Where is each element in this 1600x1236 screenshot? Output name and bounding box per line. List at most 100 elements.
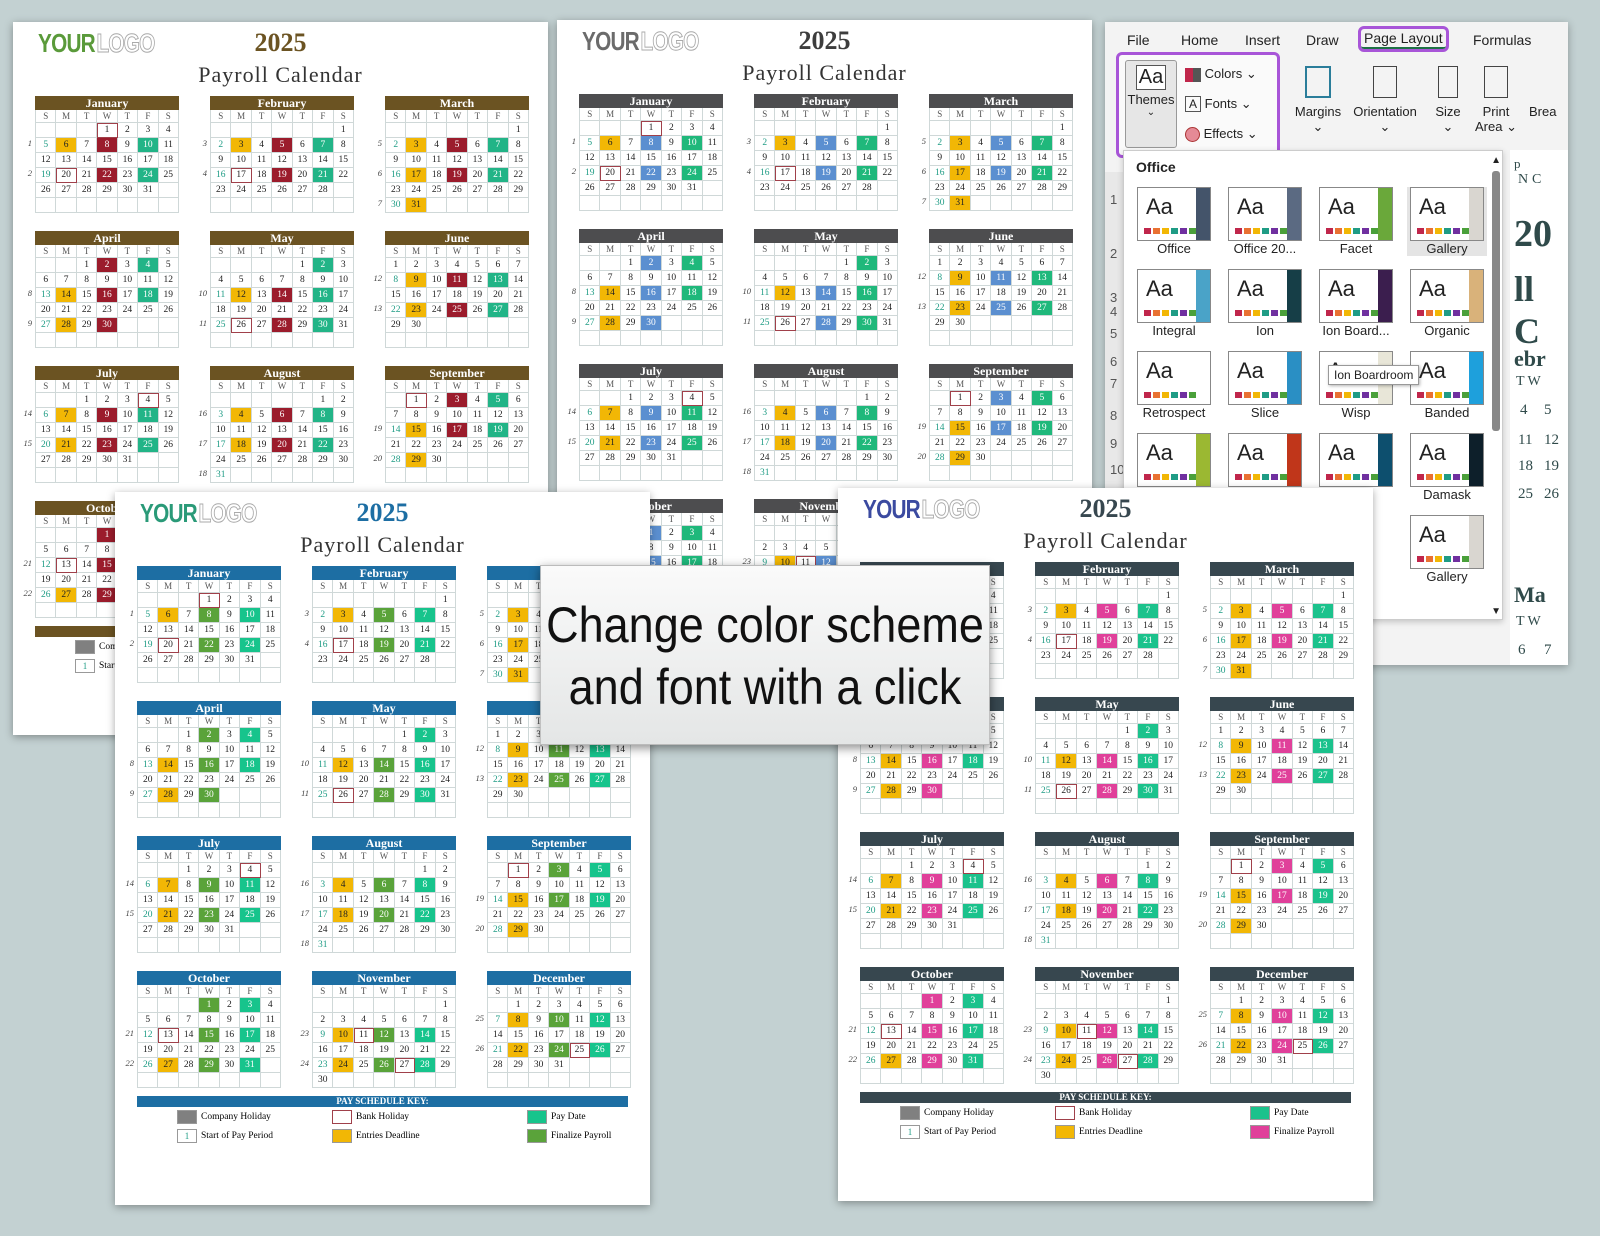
day-cell: 24: [435, 773, 456, 788]
tab-draw[interactable]: Draw: [1306, 32, 1339, 48]
theme-ion[interactable]: Aa Ion: [1225, 269, 1305, 338]
day-cell: [158, 453, 179, 468]
scroll-up-icon[interactable]: ▲: [1491, 155, 1501, 166]
day-cell: 5: [1313, 994, 1334, 1009]
fonts-button[interactable]: A Fonts ⌄: [1185, 96, 1252, 112]
day-cell: 17: [117, 288, 139, 303]
day-cell: [447, 318, 468, 333]
theme-office-20-[interactable]: Aa Office 20...: [1225, 187, 1305, 256]
month-header: July: [35, 366, 179, 380]
theme-gallery[interactable]: Aa Gallery: [1407, 515, 1487, 584]
tab-file[interactable]: File: [1127, 32, 1150, 48]
day-cell: [836, 466, 858, 481]
theme-organic[interactable]: Aa Organic: [1407, 269, 1487, 338]
pay-date: 22: [1138, 904, 1159, 919]
theme-palette: [1326, 392, 1378, 398]
day-cell: 5: [1011, 256, 1033, 271]
entries-deadline: 6: [600, 136, 621, 151]
palette-swatch: [1244, 474, 1251, 480]
day-cell: [1032, 196, 1053, 211]
finalize-payroll: 5: [272, 138, 293, 153]
day-cell: 22: [435, 638, 456, 653]
theme-retrospect[interactable]: Aa Retrospect: [1134, 351, 1214, 420]
pay-period-number: 5: [479, 608, 484, 618]
day-of-week: S: [1211, 981, 1232, 994]
size-button[interactable]: Size ⌄: [1431, 66, 1465, 135]
theme-facet[interactable]: Aa Facet: [1316, 187, 1396, 256]
day-cell: [1272, 919, 1293, 934]
month-grid: SMTWTFS123456789101112131415161718192021…: [579, 378, 723, 481]
day-cell: 31: [549, 1058, 570, 1073]
day-cell: 10: [1231, 619, 1252, 634]
pay-period-number: 18: [742, 466, 752, 476]
day-cell: 13: [1333, 1009, 1354, 1024]
day-cell: 2: [1036, 604, 1057, 619]
pay-date: 25: [138, 438, 159, 453]
pay-date: 30: [1138, 784, 1159, 799]
day-cell: 15: [508, 1028, 529, 1043]
key-swatch: [1250, 1106, 1270, 1120]
margins-button[interactable]: Margins ⌄: [1291, 66, 1345, 135]
day-cell: [1333, 1054, 1354, 1069]
day-of-week: T: [569, 985, 591, 998]
day-cell: 16: [1036, 1039, 1057, 1054]
bank-holiday: 17: [333, 638, 354, 653]
day-cell: [620, 466, 642, 481]
theme-wisp[interactable]: AaWisp: [1316, 351, 1396, 420]
day-cell: [36, 393, 57, 408]
day-cell: [251, 198, 273, 213]
day-cell: 15: [620, 421, 642, 436]
pay-date: 12: [590, 1013, 611, 1028]
entries-deadline: 3: [1056, 604, 1077, 619]
day-cell: 23: [386, 183, 407, 198]
day-cell: 29: [641, 181, 662, 196]
theme-slice[interactable]: Aa Slice: [1225, 351, 1305, 420]
effects-button[interactable]: Effects ⌄: [1185, 126, 1258, 143]
theme-integral[interactable]: Aa Integral: [1134, 269, 1214, 338]
day-cell: [661, 466, 683, 481]
day-cell: 19: [1313, 1024, 1334, 1039]
finalize-payroll: 24: [1272, 1039, 1293, 1054]
theme-unnamed[interactable]: Aa: [1134, 433, 1214, 487]
theme-banded[interactable]: Aa Banded: [1407, 351, 1487, 420]
palette-swatch: [1180, 392, 1187, 398]
day-cell: 13: [1052, 406, 1073, 421]
day-cell: [56, 528, 77, 543]
colors-button[interactable]: Colors ⌄: [1185, 66, 1257, 82]
day-cell: 3: [219, 728, 241, 743]
finalize-payroll: 16: [199, 758, 220, 773]
day-cell: [1097, 664, 1118, 679]
theme-unnamed[interactable]: Aa: [1316, 433, 1396, 487]
day-cell: 21: [76, 573, 98, 588]
day-cell: 8: [394, 743, 416, 758]
orientation-button[interactable]: Orientation ⌄: [1349, 66, 1421, 135]
day-of-week: W: [816, 513, 837, 526]
theme-thumbnail: Aa: [1410, 269, 1484, 323]
gallery-scrollbar[interactable]: [1492, 171, 1500, 431]
day-cell: 26: [983, 904, 1004, 919]
tab-formulas[interactable]: Formulas: [1473, 32, 1531, 48]
day-of-week: M: [950, 108, 971, 121]
month-header: August: [312, 836, 456, 850]
day-cell: [1056, 724, 1077, 739]
day-cell: 12: [590, 878, 611, 893]
themes-button[interactable]: Aa Themes ⌄: [1125, 60, 1177, 148]
day-cell: 17: [211, 438, 232, 453]
day-cell: 4: [702, 526, 723, 541]
day-cell: 16: [426, 423, 448, 438]
theme-gallery[interactable]: Aa Gallery: [1407, 187, 1487, 256]
scroll-down-icon[interactable]: ▼: [1491, 606, 1501, 617]
theme-ion-board-[interactable]: Aa Ion Board...: [1316, 269, 1396, 338]
print-area-button[interactable]: Print Area ⌄: [1475, 66, 1517, 135]
day-cell: 27: [292, 183, 314, 198]
theme-office[interactable]: Aa Office: [1134, 187, 1214, 256]
breaks-button[interactable]: Brea: [1529, 104, 1556, 119]
day-cell: [1011, 196, 1033, 211]
day-cell: 18: [682, 421, 703, 436]
tab-page-layout[interactable]: Page Layout: [1358, 26, 1449, 52]
entries-deadline: 12: [231, 288, 252, 303]
tab-home[interactable]: Home: [1181, 32, 1218, 48]
theme-unnamed[interactable]: Aa: [1225, 433, 1305, 487]
tab-insert[interactable]: Insert: [1245, 32, 1280, 48]
theme-damask[interactable]: Aa Damask: [1407, 433, 1487, 502]
